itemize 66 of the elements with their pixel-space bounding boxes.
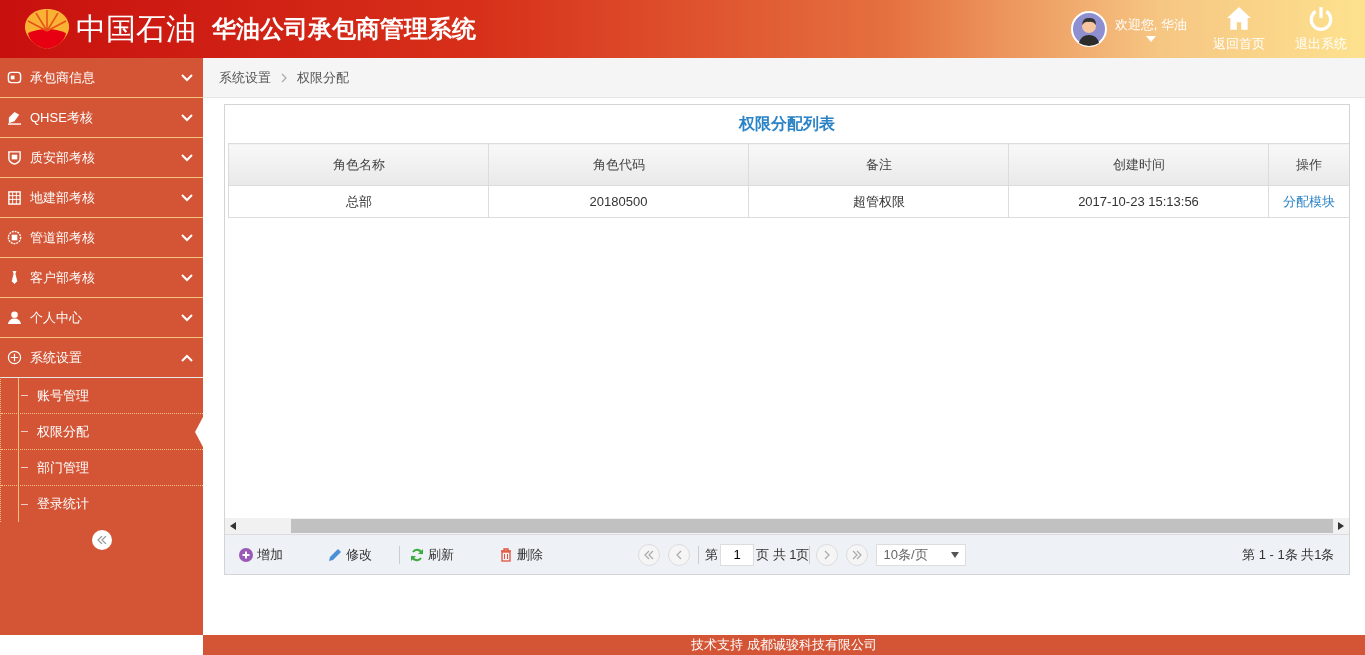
page-size-select[interactable]: 10条/页 [876,543,967,566]
double-chevron-left-icon [96,536,107,544]
chevron-down-icon [181,113,193,122]
footer-text: 技术支持 成都诚骏科技有限公司 [203,635,1365,655]
app-title: 华油公司承包商管理系统 [212,14,476,44]
calendar-icon [7,190,22,205]
chevron-down-icon [181,233,193,242]
delete-button[interactable]: 删除 [499,545,543,564]
scroll-right-icon[interactable] [1337,522,1344,530]
last-page-icon [852,549,863,560]
column-header: 角色名称 [228,143,489,186]
chevron-down-icon [181,313,193,322]
horizontal-scrollbar[interactable] [225,518,1349,534]
first-page-button[interactable] [638,543,660,566]
chevron-right-icon [281,72,287,83]
page-summary: 第 1 - 1条 共1条 [1242,545,1335,564]
collapse-sidebar-button[interactable] [91,530,112,550]
logo-text: 中国石油 [76,10,196,47]
panel-title: 权限分配列表 [737,113,836,134]
plus-circle-icon [7,350,22,365]
pen-icon [7,110,22,125]
chevron-down-icon [181,73,193,82]
chevron-down-icon [181,193,193,202]
chevron-up-icon [181,353,193,362]
breadcrumb-link[interactable]: 系统设置 [219,68,271,87]
column-header: 操作 [1268,143,1349,186]
previous-page-icon [674,549,684,560]
trash-icon [499,547,513,562]
next-page-button[interactable] [816,543,839,566]
column-header: 备注 [748,143,1009,186]
add-button[interactable]: 增加 [239,545,283,564]
power-icon [1308,5,1334,32]
table-cell: 超管权限 [748,185,1009,218]
table-cell: 20180500 [488,185,749,218]
breadcrumb-link[interactable]: 权限分配 [297,68,349,87]
previous-page-button[interactable] [668,543,690,566]
badge-icon [7,230,22,245]
page-label: 第 [705,545,718,564]
caret-icon[interactable] [1145,36,1156,42]
person-icon [7,310,22,325]
scroll-left-icon[interactable] [230,522,236,530]
submenu-item[interactable]: 权限分配 [1,414,203,450]
scrollbar-thumb[interactable] [291,519,1333,533]
edit-button[interactable]: 修改 [328,545,372,564]
table-cell: 2017-10-23 15:13:56 [1008,185,1269,218]
menu-item[interactable]: 地建部考核 [0,178,203,218]
shield-icon [7,150,22,165]
avatar-icon [1070,11,1107,47]
refresh-button[interactable]: 刷新 [410,545,454,564]
pencil-icon [328,547,342,562]
dropdown-caret-icon [951,551,960,558]
refresh-icon [410,547,424,562]
last-page-button[interactable] [846,543,869,566]
page-total: 页 共 1页 [756,545,810,564]
plus-circle-icon [239,547,253,562]
table-cell: 总部 [228,185,489,218]
column-header: 角色代码 [488,143,749,186]
home-icon [1226,5,1252,32]
column-header: 创建时间 [1008,143,1269,186]
id-card-icon [7,70,22,85]
welcome-text: 欢迎您, 华油 [1114,16,1187,34]
logo-icon [22,7,72,51]
chevron-down-icon [181,273,193,282]
first-page-icon [644,549,654,560]
chevron-down-icon [181,153,193,162]
page-input[interactable]: 1 [720,543,754,566]
